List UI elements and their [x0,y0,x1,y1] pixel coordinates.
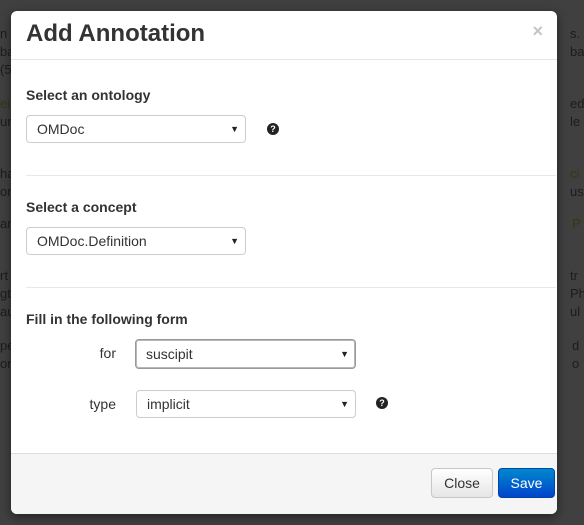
background-text: ul [570,304,581,319]
modal-header: Add Annotation × [11,11,557,60]
type-select[interactable]: implicit ▼ [136,390,356,418]
ontology-select-value: OMDoc [37,121,85,137]
background-text: (5 [0,62,12,77]
ontology-section-label: Select an ontology [26,87,151,103]
add-annotation-modal: Add Annotation × Select an ontology OMDo… [11,11,557,514]
for-field-label: for [99,345,116,361]
concept-select-value: OMDoc.Definition [37,233,147,249]
chevron-down-icon: ▼ [230,236,239,246]
background-text: or [0,184,12,199]
for-select-value: suscipit [146,346,193,362]
background-text: us [570,184,584,199]
concept-section-label: Select a concept [26,199,137,215]
background-text: gt [0,286,11,301]
background-text: ei [0,96,11,111]
background-text: rt [0,268,8,283]
close-icon[interactable]: × [532,21,543,41]
section-divider [26,287,556,288]
help-icon[interactable]: ? [267,123,279,135]
background-text: le [570,114,581,129]
form-section-label: Fill in the following form [26,311,188,327]
background-text: o [572,356,580,371]
chevron-down-icon: ▼ [230,124,239,134]
background-text: P [572,216,581,231]
background-text: d [572,338,580,353]
help-icon[interactable]: ? [376,397,388,409]
save-button[interactable]: Save [498,468,555,498]
background-text: ed [570,96,584,111]
section-divider [26,175,556,176]
type-select-value: implicit [147,396,190,412]
chevron-down-icon: ▼ [340,399,349,409]
background-text: ba [570,44,584,59]
background-text: s. [570,26,581,41]
ontology-select[interactable]: OMDoc ▼ [26,115,246,143]
concept-select[interactable]: OMDoc.Definition ▼ [26,227,246,255]
close-button[interactable]: Close [431,468,493,498]
chevron-down-icon: ▼ [340,349,349,359]
modal-footer: Close Save [11,453,557,514]
background-text: ar [0,216,12,231]
for-select[interactable]: suscipit ▼ [135,339,356,369]
background-text: ci [570,166,580,181]
background-text: Ph [570,286,584,301]
type-field-label: type [89,396,116,412]
background-text: tr [570,268,578,283]
modal-title: Add Annotation [26,20,206,47]
